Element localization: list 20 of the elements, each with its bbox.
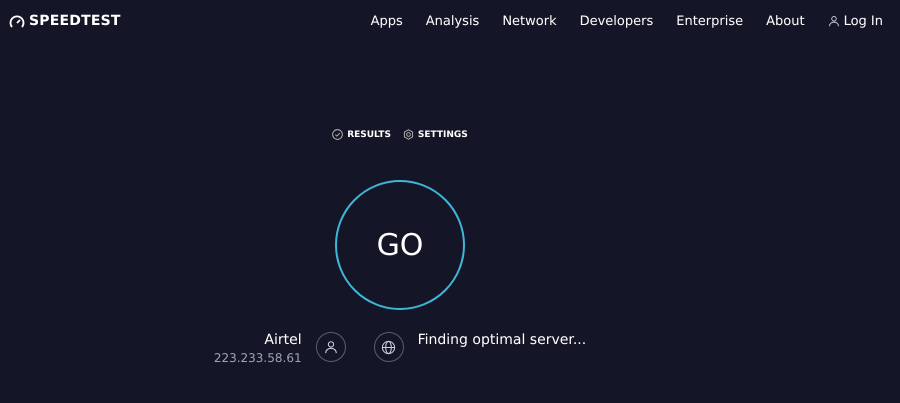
settings-link[interactable]: SETTINGS	[402, 129, 468, 140]
nav-link[interactable]: About	[766, 14, 805, 28]
user-icon	[316, 332, 346, 362]
nav-link[interactable]: Apps	[370, 14, 403, 28]
settings-icon	[402, 129, 414, 140]
nav-link[interactable]: Enterprise	[676, 14, 744, 28]
nav-link[interactable]: Network	[502, 14, 557, 28]
logo-text[interactable]: SPEEDTEST	[29, 13, 121, 29]
nav-link[interactable]: Analysis	[426, 14, 480, 28]
ip-address: 223.233.58.61	[214, 351, 302, 365]
check-circle-icon	[332, 129, 344, 140]
user-icon	[828, 15, 840, 27]
go-button[interactable]: GO	[335, 180, 465, 310]
login-link[interactable]: Log In	[828, 14, 883, 28]
isp-name: Airtel	[264, 332, 302, 348]
results-link[interactable]: RESULTS	[332, 129, 391, 140]
globe-icon[interactable]	[374, 332, 404, 362]
nav-link[interactable]: Developers	[580, 14, 654, 28]
speedometer-icon	[9, 14, 25, 28]
server-status: Finding optimal server...	[418, 332, 586, 348]
